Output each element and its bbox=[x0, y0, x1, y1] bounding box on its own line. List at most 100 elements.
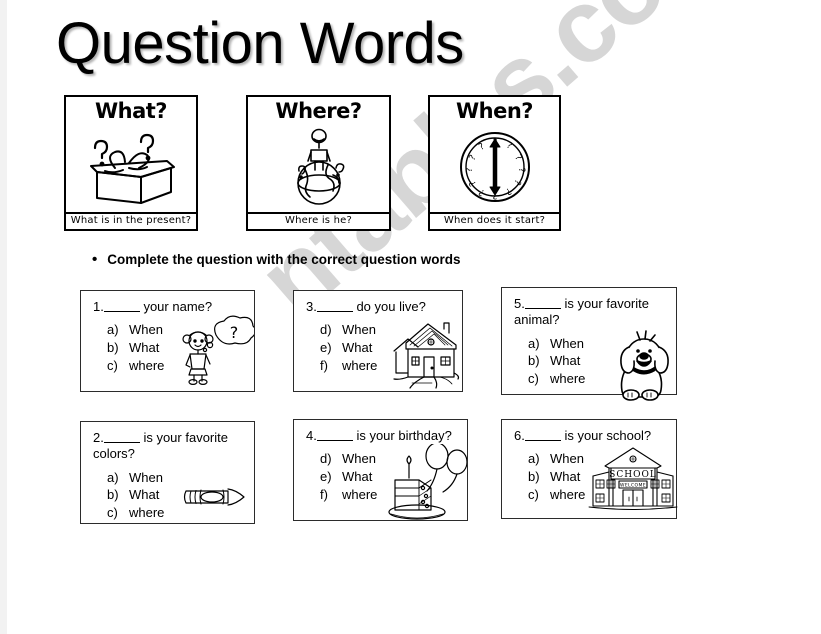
flashcard-caption: What is in the present? bbox=[66, 212, 196, 229]
question-box-4: 4. is your birthday? d) When e) What f) whe… bbox=[293, 419, 468, 521]
option-label: What bbox=[129, 487, 160, 503]
option-key: c) bbox=[528, 487, 539, 503]
option-c[interactable]: c) where bbox=[528, 370, 585, 388]
option-key: a) bbox=[107, 469, 119, 485]
answer-blank[interactable] bbox=[524, 440, 561, 441]
option-e[interactable]: e) What bbox=[320, 468, 377, 486]
option-a[interactable]: a) When bbox=[107, 321, 164, 339]
question-stem: 2. is your favorite colors? bbox=[81, 430, 254, 463]
answer-blank[interactable] bbox=[316, 311, 353, 312]
option-key: b) bbox=[107, 487, 119, 503]
option-key: c) bbox=[107, 505, 118, 521]
option-key: f) bbox=[320, 487, 328, 503]
answer-blank[interactable] bbox=[524, 308, 561, 309]
option-d[interactable]: d) When bbox=[320, 321, 377, 339]
question-box-1: 1. your name? a) When b) What c) where ? bbox=[80, 290, 255, 392]
question-box-2: 2. is your favorite colors? a) When b) Wha… bbox=[80, 421, 255, 524]
option-key: a) bbox=[528, 451, 540, 467]
flashcard-word: When? bbox=[456, 99, 534, 123]
svg-text:?: ? bbox=[467, 153, 478, 162]
option-c[interactable]: c) where bbox=[107, 357, 164, 375]
option-b[interactable]: b) What bbox=[528, 352, 585, 370]
question-number: 6. bbox=[514, 428, 525, 443]
question-box-3: 3. do you live? d) When e) What f) where bbox=[293, 290, 463, 392]
option-label: What bbox=[550, 353, 581, 369]
person-on-globe-icon bbox=[248, 122, 389, 212]
option-d[interactable]: d) When bbox=[320, 450, 377, 468]
answer-blank[interactable] bbox=[103, 442, 140, 443]
option-label: What bbox=[129, 340, 160, 356]
option-key: b) bbox=[528, 353, 540, 369]
flashcard-word: Where? bbox=[275, 99, 362, 123]
question-number: 1. bbox=[93, 299, 104, 314]
question-box-6: 6. is your school? a) When b) What c) where bbox=[501, 419, 678, 519]
option-f[interactable]: f) where bbox=[320, 357, 377, 375]
question-stem: 1. your name? bbox=[81, 299, 254, 315]
option-label: where bbox=[129, 358, 165, 374]
question-stem-text: your name? bbox=[139, 299, 213, 314]
svg-text:?: ? bbox=[516, 168, 526, 173]
option-b[interactable]: b) What bbox=[107, 339, 164, 357]
option-label: What bbox=[342, 469, 373, 485]
option-key: a) bbox=[528, 335, 540, 351]
option-label: When bbox=[550, 335, 584, 351]
option-label: where bbox=[342, 487, 378, 503]
question-number: 4. bbox=[306, 428, 317, 443]
option-label: where bbox=[550, 487, 586, 503]
page-title: Question Words bbox=[56, 11, 464, 76]
question-number: 3. bbox=[306, 299, 317, 314]
svg-text:?: ? bbox=[230, 323, 239, 342]
instruction-line: • Complete the question with the correct… bbox=[92, 252, 461, 267]
worksheet-page: ntables.com Question Words What? bbox=[0, 0, 821, 634]
dog-icon bbox=[604, 329, 676, 403]
option-label: where bbox=[550, 371, 586, 387]
svg-text:?: ? bbox=[512, 153, 523, 162]
option-list: d) When e) What f) where bbox=[294, 315, 377, 375]
question-stem-text: is your favorite colors? bbox=[93, 430, 232, 462]
instruction-text: Complete the question with the correct q… bbox=[107, 252, 461, 267]
bullet-icon: • bbox=[92, 251, 98, 268]
option-key: b) bbox=[107, 340, 119, 356]
svg-text:?: ? bbox=[477, 142, 486, 153]
crayon-icon bbox=[178, 463, 254, 517]
question-stem-text: is your birthday? bbox=[352, 428, 452, 443]
option-a[interactable]: a) When bbox=[528, 450, 585, 468]
option-label: When bbox=[342, 322, 376, 338]
flashcard-caption: When does it start? bbox=[430, 212, 559, 229]
option-key: e) bbox=[320, 340, 332, 356]
svg-text:?: ? bbox=[465, 167, 475, 172]
option-f[interactable]: f) where bbox=[320, 486, 377, 504]
question-stem: 4. is your birthday? bbox=[294, 428, 467, 444]
option-label: where bbox=[129, 505, 165, 521]
clock-icon: ? ? ? ? ? ? ? ? ? ? ? ? bbox=[430, 122, 559, 212]
question-stem: 5. is your favorite animal? bbox=[502, 296, 676, 329]
option-key: f) bbox=[320, 358, 328, 374]
answer-blank[interactable] bbox=[103, 311, 140, 312]
option-key: c) bbox=[528, 371, 539, 387]
option-list: a) When b) What c) where bbox=[81, 315, 164, 375]
option-c[interactable]: c) where bbox=[528, 486, 585, 504]
option-list: a) When b) What c) where bbox=[81, 463, 164, 523]
option-b[interactable]: b) What bbox=[107, 486, 164, 504]
girl-thinking-icon: ? bbox=[176, 315, 254, 386]
gift-box-icon bbox=[66, 122, 196, 212]
option-label: What bbox=[342, 340, 373, 356]
page-left-edge-strip bbox=[0, 0, 7, 634]
option-c[interactable]: c) where bbox=[107, 504, 164, 522]
option-label: When bbox=[550, 451, 584, 467]
answer-blank[interactable] bbox=[316, 440, 353, 441]
flashcard-where: Where? Where is he? bbox=[246, 95, 391, 231]
option-e[interactable]: e) What bbox=[320, 339, 377, 357]
question-stem-text: do you live? bbox=[352, 299, 426, 314]
option-a[interactable]: a) When bbox=[528, 335, 585, 353]
question-number: 5. bbox=[514, 296, 525, 311]
option-b[interactable]: b) What bbox=[528, 468, 585, 486]
option-list: a) When b) What c) where bbox=[502, 444, 585, 504]
question-box-5: 5. is your favorite animal? a) When b) Wha… bbox=[501, 287, 677, 401]
option-a[interactable]: a) When bbox=[107, 469, 164, 487]
option-key: b) bbox=[528, 469, 540, 485]
option-list: d) When e) What f) where bbox=[294, 444, 377, 504]
option-label: What bbox=[550, 469, 581, 485]
welcome-banner-text: WELCOME bbox=[620, 483, 646, 489]
question-stem: 3. do you live? bbox=[294, 299, 462, 315]
